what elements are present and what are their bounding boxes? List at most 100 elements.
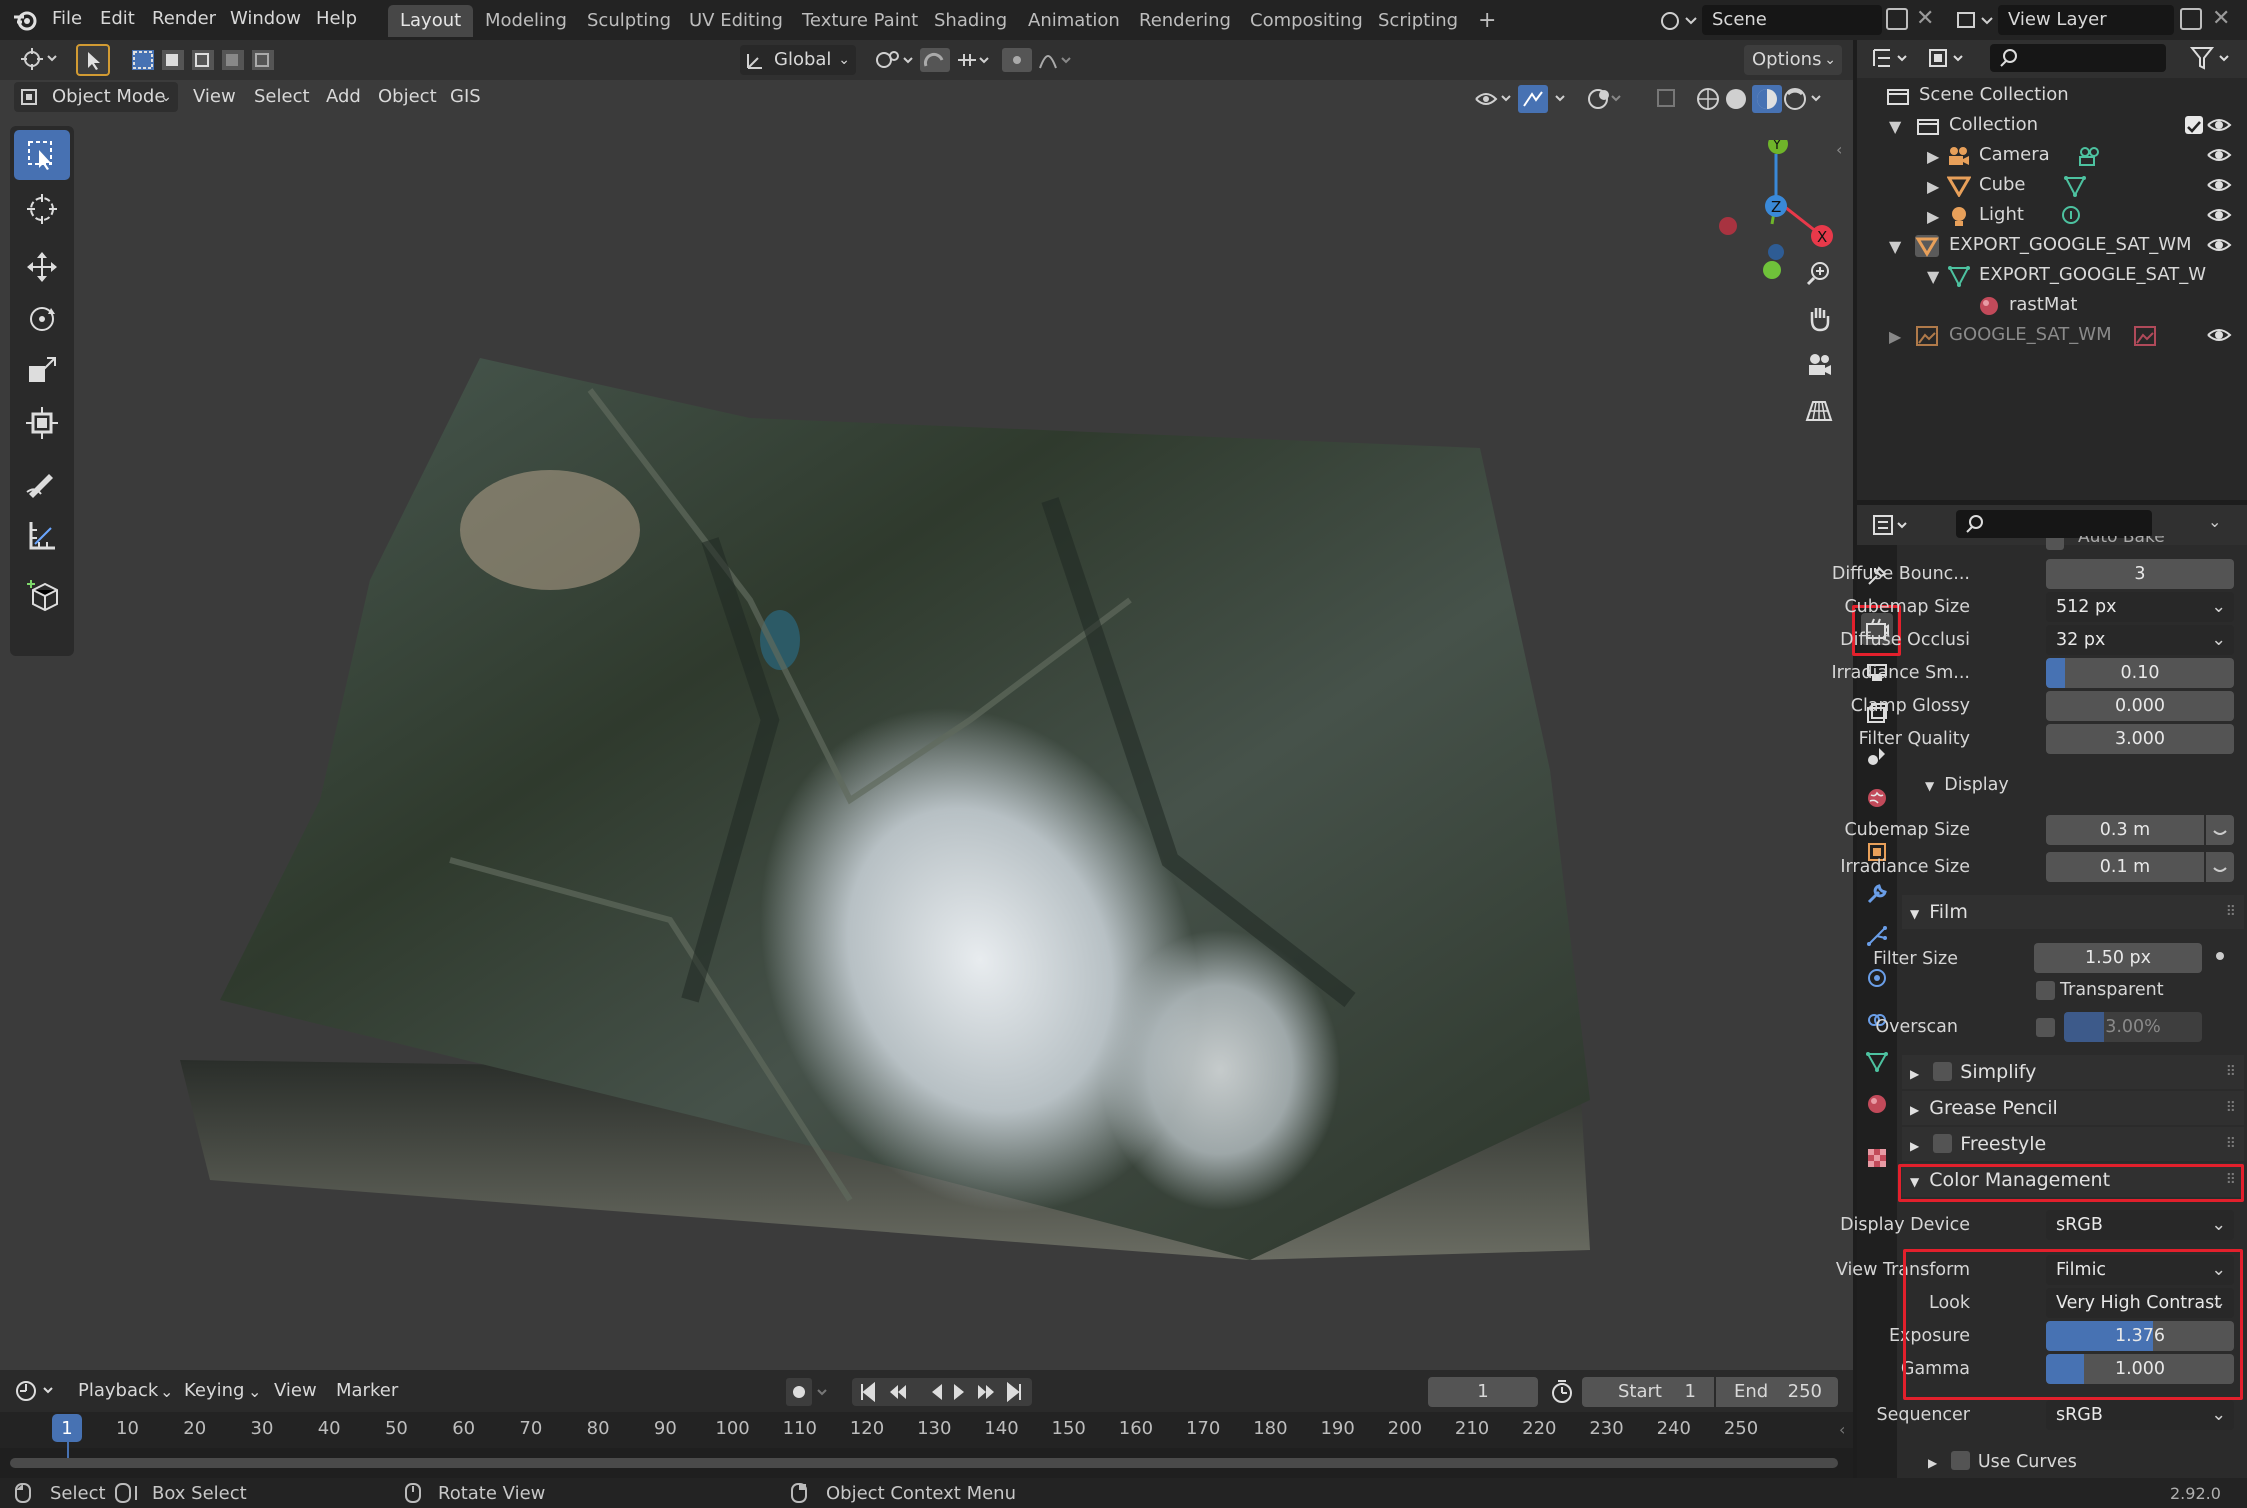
end-frame-field[interactable]: End 250 — [1716, 1377, 1838, 1407]
simplify-checkbox[interactable] — [1933, 1062, 1953, 1081]
outliner-row-image-object[interactable]: ▶ GOOGLE_SAT_WM — [1857, 320, 2247, 350]
auto-bake-checkbox[interactable] — [2046, 538, 2070, 552]
transparent-checkbox[interactable] — [2036, 981, 2055, 1000]
pivot-snap-buttons[interactable] — [868, 46, 1078, 74]
viewport-menu-view[interactable]: View — [185, 82, 244, 112]
tab-uv-editing[interactable]: UV Editing — [677, 5, 795, 37]
filter-icon[interactable] — [2188, 44, 2238, 72]
data-tab-icon[interactable] — [1861, 1046, 1893, 1078]
diffuse-bounces-field[interactable]: 3 — [2046, 559, 2234, 589]
grease-pencil-panel-header[interactable]: ▶ Grease Pencil ⠿ — [1902, 1091, 2244, 1125]
outliner-row-export-mesh[interactable]: ▼ EXPORT_GOOGLE_SAT_W — [1857, 260, 2247, 290]
sequencer-dropdown[interactable]: sRGB ⌄ — [2046, 1400, 2234, 1430]
start-frame-field[interactable]: Start 1 — [1582, 1377, 1714, 1407]
preview-range-icon[interactable] — [1548, 1378, 1578, 1406]
material-tab-icon[interactable] — [1861, 1088, 1893, 1120]
light-data-icon[interactable] — [2059, 205, 2083, 227]
add-cube-tool[interactable] — [14, 570, 70, 620]
timeline-menu-view[interactable]: View — [274, 1380, 317, 1401]
overscan-field[interactable]: 3.00% — [2064, 1012, 2202, 1042]
display-cubemap-size-keyframe[interactable] — [2206, 815, 2234, 845]
expand-arrow-icon[interactable]: ▼ — [1889, 112, 1901, 142]
camera-data-icon[interactable] — [2077, 145, 2103, 167]
particles-tab-icon[interactable] — [1861, 920, 1893, 952]
timeline-menu-keying[interactable]: Keying — [184, 1380, 244, 1401]
viewport-menu-gis[interactable]: GIS — [442, 82, 489, 112]
measure-tool[interactable] — [14, 510, 70, 560]
timeline-sidebar-toggle-icon[interactable]: ‹ — [1839, 1420, 1845, 1439]
collection-checkbox[interactable] — [2185, 116, 2203, 134]
expand-arrow-icon[interactable]: ▶ — [1927, 142, 1939, 172]
outliner-row-light[interactable]: ▶ Light — [1857, 200, 2247, 230]
use-curves-checkbox[interactable] — [1950, 1451, 1970, 1470]
menu-window[interactable]: Window — [230, 8, 301, 29]
tab-texture-paint[interactable]: Texture Paint — [790, 5, 930, 37]
scale-tool[interactable] — [14, 346, 70, 396]
filter-quality-field[interactable]: 3.000 — [2046, 724, 2234, 754]
drag-handle-icon[interactable]: ⠿ — [2226, 1091, 2236, 1125]
menu-file[interactable]: File — [52, 8, 82, 29]
expand-arrow-icon[interactable]: ▼ — [1889, 232, 1901, 262]
camera-view-icon[interactable] — [1800, 346, 1838, 384]
editor-type-icon[interactable] — [10, 44, 60, 74]
outliner-row-export-object[interactable]: ▼ EXPORT_GOOGLE_SAT_WM — [1857, 230, 2247, 260]
film-panel-header[interactable]: ▼ Film ⠿ — [1902, 895, 2244, 929]
transform-tool[interactable] — [14, 398, 70, 448]
tab-rendering[interactable]: Rendering — [1127, 5, 1243, 37]
add-workspace-button[interactable]: + — [1466, 5, 1508, 37]
options-dropdown[interactable]: Options ⌄ — [1744, 45, 1842, 75]
freestyle-checkbox[interactable] — [1933, 1134, 1953, 1153]
properties-search-field[interactable] — [1956, 510, 2152, 538]
irradiance-smoothing-slider[interactable]: 0.10 — [2046, 658, 2234, 688]
overscan-checkbox[interactable] — [2036, 1018, 2055, 1037]
select-box-tool[interactable] — [14, 130, 70, 180]
menu-edit[interactable]: Edit — [100, 8, 135, 29]
auto-keying-button[interactable] — [786, 1378, 838, 1406]
display-device-dropdown[interactable]: sRGB ⌄ — [2046, 1210, 2234, 1240]
clamp-glossy-field[interactable]: 0.000 — [2046, 691, 2234, 721]
viewport-menu-add[interactable]: Add — [318, 82, 369, 112]
tab-animation[interactable]: Animation — [1016, 5, 1132, 37]
tab-scripting[interactable]: Scripting — [1366, 5, 1470, 37]
world-tab-icon[interactable] — [1861, 782, 1893, 814]
texture-tab-icon[interactable] — [1861, 1142, 1893, 1174]
pan-hand-icon[interactable] — [1800, 300, 1838, 338]
playback-controls[interactable] — [852, 1378, 1032, 1406]
object-mode-dropdown[interactable]: Object Mode ⌄ — [14, 82, 178, 112]
outliner-row-scene-collection[interactable]: Scene Collection — [1857, 80, 2247, 110]
chevron-down-icon[interactable]: ⌄ — [2208, 512, 2221, 531]
cubemap-size-dropdown[interactable]: 512 px ⌄ — [2046, 592, 2234, 622]
scene-selector-icon[interactable] — [1656, 6, 1700, 36]
menu-render[interactable]: Render — [152, 8, 216, 29]
tab-modeling[interactable]: Modeling — [473, 5, 579, 37]
terrain-mesh[interactable] — [150, 300, 1630, 1280]
viewport-menu-object[interactable]: Object — [370, 82, 445, 112]
outliner-editor-type-icon[interactable] — [1870, 44, 1918, 72]
display-subpanel-header[interactable]: ▼ Display — [1925, 775, 2009, 795]
menu-help[interactable]: Help — [316, 8, 357, 29]
perspective-grid-icon[interactable] — [1800, 392, 1838, 430]
expand-arrow-icon[interactable]: ▶ — [1889, 322, 1901, 352]
expand-arrow-icon[interactable]: ▼ — [1927, 262, 1939, 292]
display-irradiance-size-field[interactable]: 0.1 m — [2046, 852, 2204, 882]
outliner-search-field[interactable] — [1990, 44, 2166, 72]
blender-logo-icon[interactable] — [12, 8, 38, 36]
selection-mode-buttons[interactable] — [130, 46, 280, 74]
image-data-icon[interactable] — [2133, 325, 2157, 347]
mesh-data-icon[interactable] — [2063, 175, 2087, 197]
tab-compositing[interactable]: Compositing — [1238, 5, 1375, 37]
outliner-row-material[interactable]: rastMat — [1857, 290, 2247, 320]
current-frame-field[interactable]: 1 — [1428, 1377, 1538, 1407]
filter-size-field[interactable]: 1.50 px — [2034, 943, 2202, 973]
tab-layout[interactable]: Layout — [388, 5, 474, 37]
modifier-tab-icon[interactable] — [1861, 878, 1893, 910]
properties-editor-type-icon[interactable] — [1870, 510, 1918, 540]
new-scene-icon[interactable] — [1886, 8, 1908, 30]
scene-name-field[interactable]: Scene — [1702, 5, 1882, 35]
filter-size-keyframe-dot[interactable] — [2216, 952, 2224, 960]
viewport-shading-buttons[interactable] — [1468, 84, 1852, 114]
display-cubemap-size-field[interactable]: 0.3 m — [2046, 815, 2204, 845]
timeline-menu-playback[interactable]: Playback — [78, 1380, 158, 1401]
expand-arrow-icon[interactable]: ▶ — [1927, 202, 1939, 232]
cursor-tool[interactable] — [14, 184, 70, 234]
